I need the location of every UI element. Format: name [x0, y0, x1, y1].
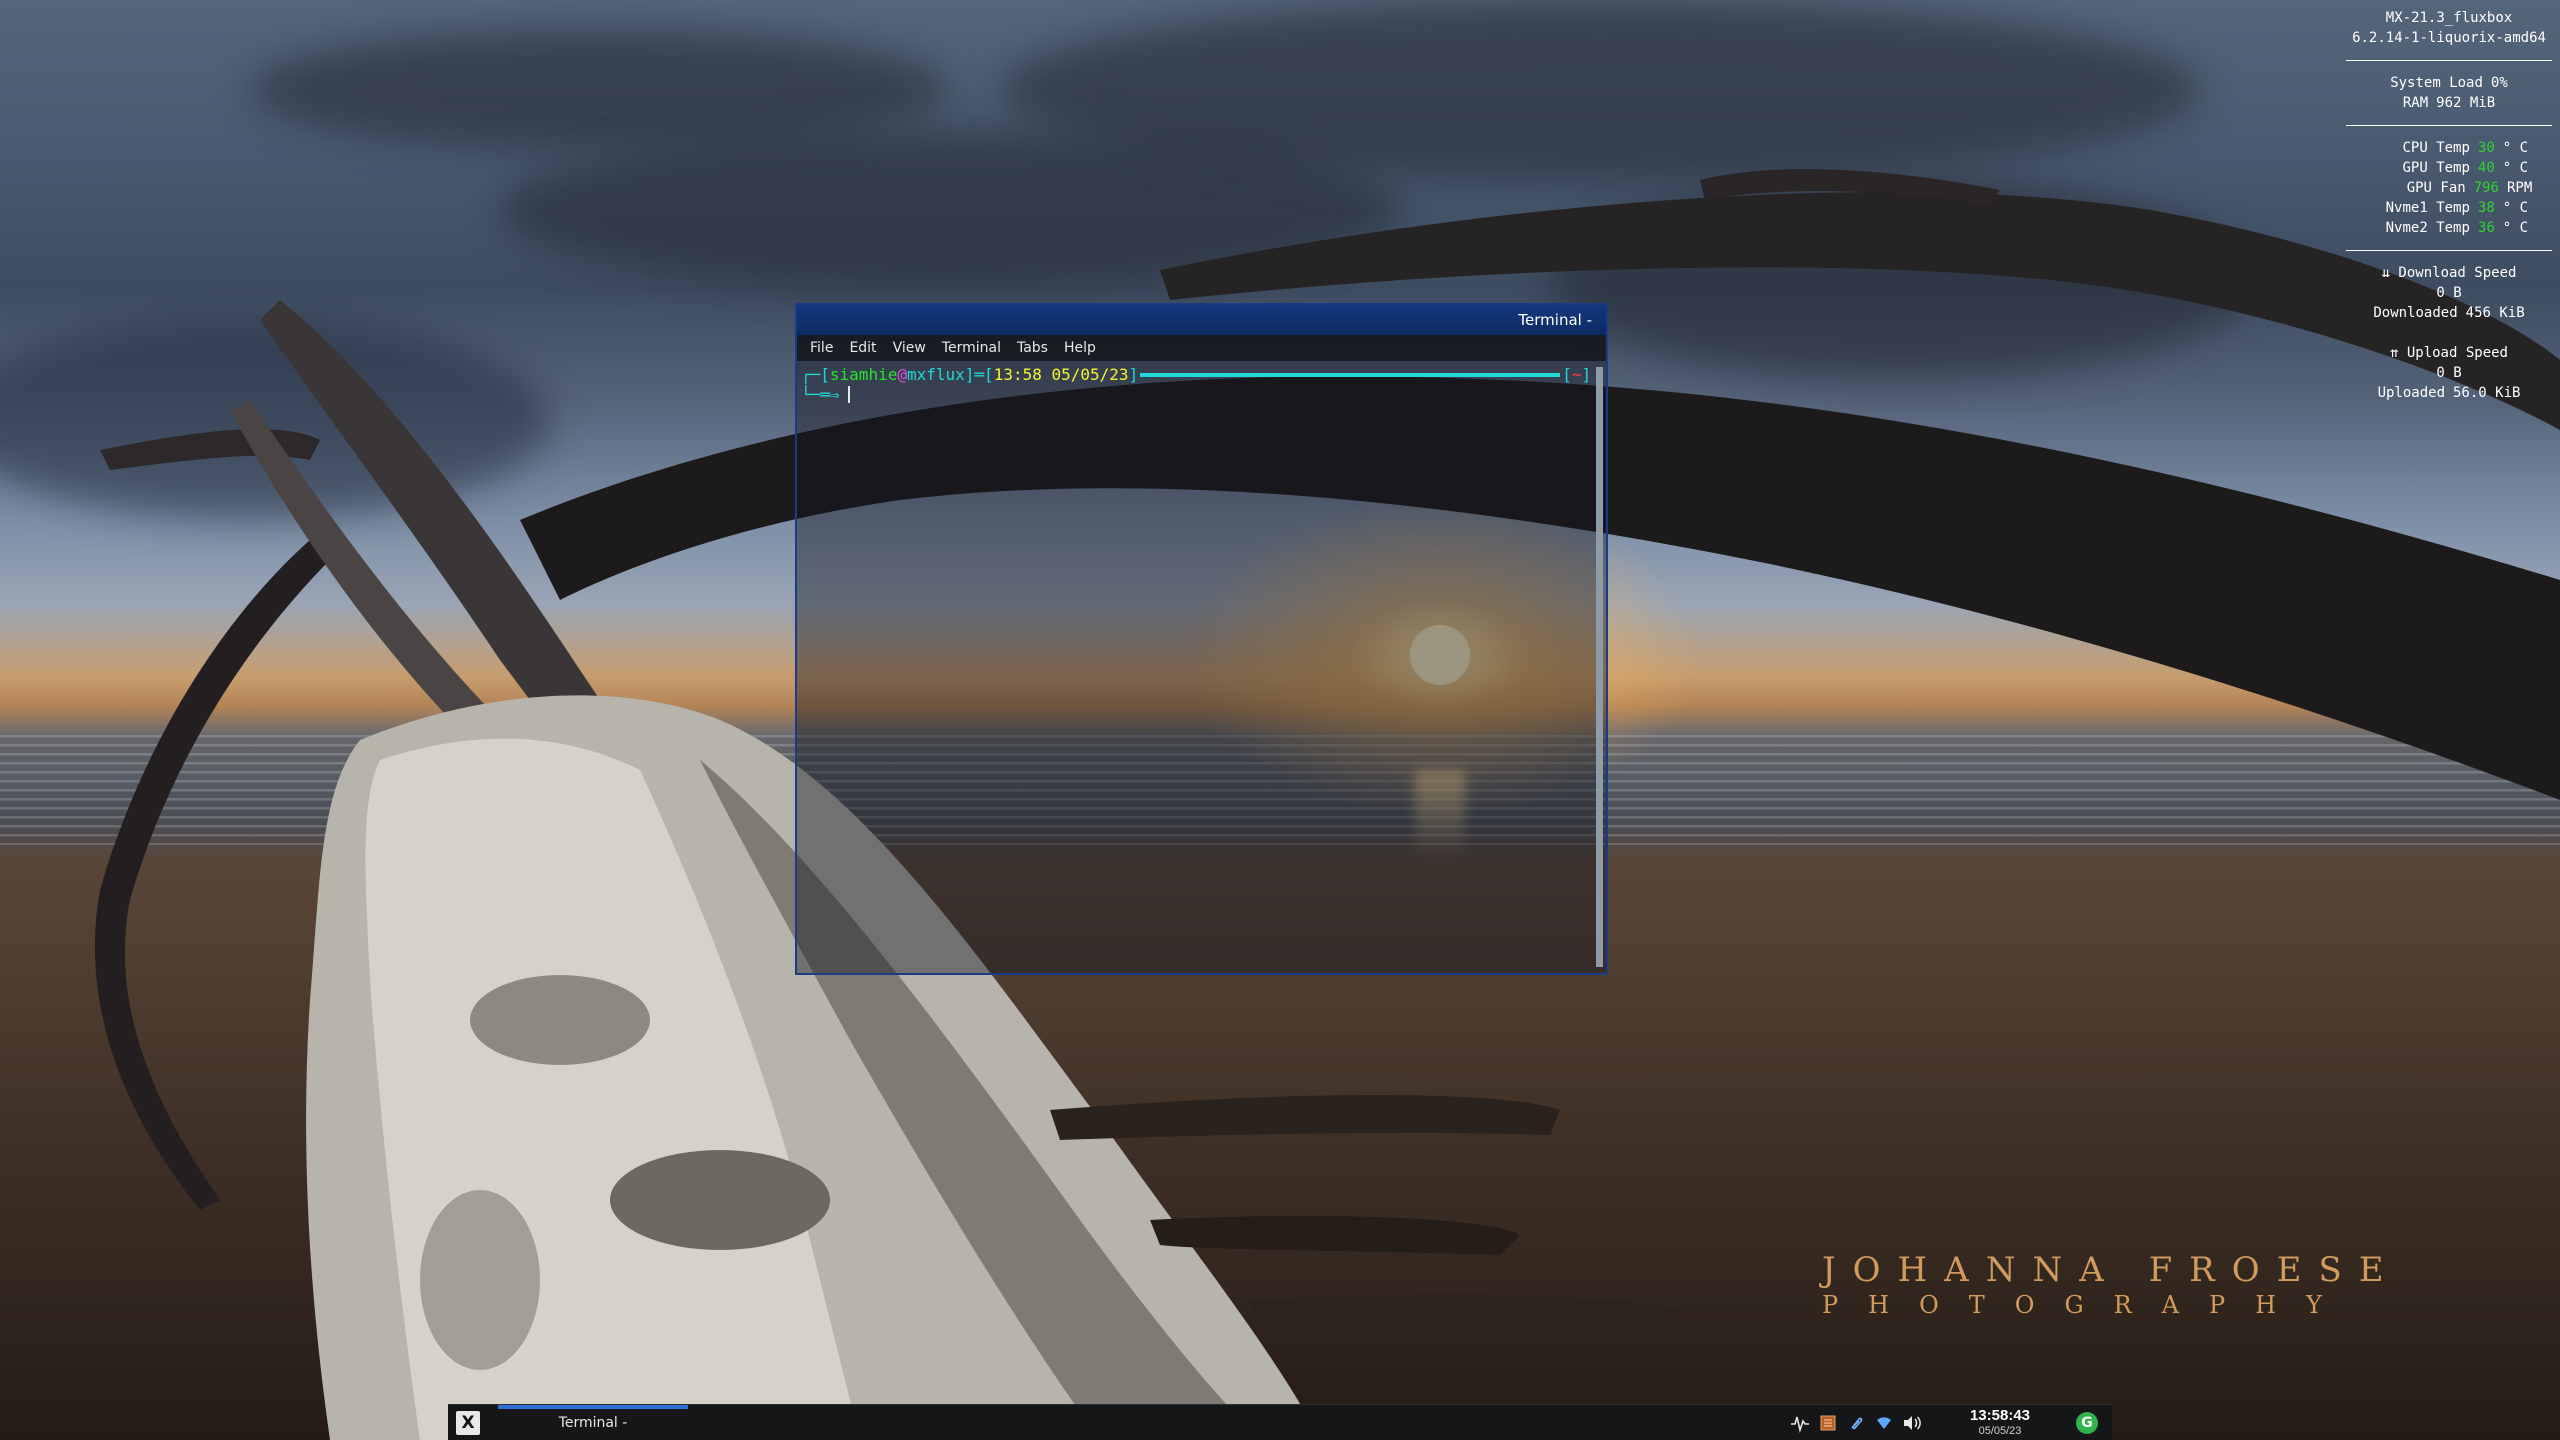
nvme2-temp-value: 36: [2477, 220, 2495, 236]
cpu-temp-label: CPU Temp: [2402, 140, 2470, 156]
system-load-row: System Load 0%: [2346, 73, 2552, 93]
nvme2-temp-unit: ° C: [2502, 220, 2529, 236]
terminal-window[interactable]: Terminal - File Edit View Terminal Tabs …: [795, 303, 1608, 975]
download-speed-value: 0 B: [2436, 285, 2462, 301]
uploaded-label: Uploaded: [2377, 385, 2445, 401]
terminal-title: Terminal -: [1518, 311, 1592, 329]
terminal-titlebar[interactable]: Terminal -: [797, 305, 1606, 335]
watermark-line2: PHOTOGRAPHY: [1822, 1291, 2352, 1319]
system-load-label: System Load: [2390, 75, 2483, 91]
taskbar-item-terminal[interactable]: Terminal -: [498, 1405, 688, 1440]
activity-monitor-icon[interactable]: [1790, 1413, 1810, 1433]
network-wifi-icon[interactable]: [1874, 1413, 1894, 1433]
update-notifier-icon[interactable]: G: [2076, 1412, 2098, 1434]
gpu-temp-unit: ° C: [2502, 160, 2529, 176]
gpu-temp-value: 40: [2477, 160, 2495, 176]
prompt-time: 13:58: [993, 365, 1042, 384]
nvme2-temp-row: Nvme2 Temp 36 ° C: [2346, 218, 2552, 238]
divider: [2346, 60, 2552, 61]
nvme1-temp-value: 38: [2477, 200, 2495, 216]
watermark-line1: JOHANNA FROESE: [1822, 1250, 2401, 1290]
upload-speed-value: 0 B: [2436, 365, 2462, 381]
divider: [2346, 125, 2552, 126]
taskbar: X Terminal - 13:58:43 05/05/23 G: [448, 1404, 2112, 1440]
gpu-fan-unit: RPM: [2507, 180, 2533, 196]
prompt-host: mxflux: [906, 365, 965, 384]
terminal-output[interactable]: ┌─[siamhie @ mxflux]═[13:58 05/05/23][~] └…: [797, 361, 1592, 973]
prompt-arrow-icon: └─═⇒: [801, 385, 840, 404]
nvme1-temp-unit: ° C: [2502, 200, 2529, 216]
uploaded-row: Uploaded 56.0 KiB: [2346, 383, 2552, 403]
system-tray: [1790, 1411, 1922, 1435]
paperclip-icon[interactable]: [1846, 1413, 1866, 1433]
gpu-fan-row: GPU Fan 796 RPM: [2346, 178, 2552, 198]
conky-system-monitor: MX-21.3_fluxbox 6.2.14-1-liquorix-amd64 …: [2346, 8, 2552, 403]
gpu-fan-label: GPU Fan: [2406, 180, 2466, 196]
text-cursor: [847, 386, 850, 403]
cpu-temp-value: 30: [2477, 140, 2495, 156]
clock-time: 13:58:43: [1969, 1407, 2031, 1424]
active-task-indicator: [498, 1405, 688, 1409]
menu-file[interactable]: File: [803, 338, 840, 358]
downloaded-row: Downloaded 456 KiB: [2346, 303, 2552, 323]
cpu-temp-unit: ° C: [2502, 140, 2529, 156]
nvme1-temp-row: Nvme1 Temp 38 ° C: [2346, 198, 2552, 218]
menu-view[interactable]: View: [886, 338, 933, 358]
volume-icon[interactable]: [1902, 1413, 1922, 1433]
gpu-fan-value: 796: [2473, 180, 2499, 196]
mx-logo-icon: X: [461, 1413, 475, 1433]
clipboard-manager-icon[interactable]: [1818, 1413, 1838, 1433]
gpu-temp-label: GPU Temp: [2402, 160, 2470, 176]
upload-speed-label: ⇈ Upload Speed: [2389, 345, 2508, 361]
prompt-input-line: └─═⇒: [801, 385, 850, 404]
menu-terminal[interactable]: Terminal: [935, 338, 1008, 358]
prompt-date: 05/05/23: [1051, 365, 1129, 384]
prompt-dir: ~: [1571, 365, 1582, 384]
download-speed-label: ⇊ Download Speed: [2381, 265, 2517, 281]
menu-help[interactable]: Help: [1057, 338, 1103, 358]
taskbar-clock[interactable]: 13:58:43 05/05/23: [1940, 1407, 2060, 1438]
menu-tabs[interactable]: Tabs: [1010, 338, 1055, 358]
taskbar-item-label: Terminal -: [558, 1415, 628, 1431]
prompt-fill-line: [1140, 372, 1561, 377]
prompt-line: ┌─[siamhie @ mxflux]═[13:58 05/05/23][~]: [801, 365, 1592, 384]
terminal-menubar: File Edit View Terminal Tabs Help: [797, 335, 1606, 361]
photographer-watermark: JOHANNA FROESE PHOTOGRAPHY: [1822, 1250, 2401, 1320]
clock-date: 05/05/23: [1978, 1425, 2022, 1437]
gpu-temp-row: GPU Temp 40 ° C: [2346, 158, 2552, 178]
divider: [2346, 250, 2552, 251]
kernel-version: 6.2.14-1-liquorix-amd64: [2352, 30, 2546, 46]
nvme1-temp-label: Nvme1 Temp: [2385, 200, 2470, 216]
prompt-at: @: [897, 365, 907, 384]
system-load-value: 0%: [2490, 75, 2508, 91]
nvme2-temp-label: Nvme2 Temp: [2385, 220, 2470, 236]
ram-label: RAM: [2402, 95, 2429, 111]
ram-value: 962 MiB: [2436, 95, 2496, 111]
downloaded-label: Downloaded: [2373, 305, 2458, 321]
start-menu-button[interactable]: X: [456, 1411, 480, 1435]
hostname: MX-21.3_fluxbox: [2385, 10, 2513, 26]
cpu-temp-row: CPU Temp 30 ° C: [2346, 138, 2552, 158]
prompt-user: siamhie: [829, 365, 898, 384]
ram-row: RAM 962 MiB: [2346, 93, 2552, 113]
uploaded-value: 56.0 KiB: [2453, 385, 2521, 401]
terminal-scrollbar[interactable]: [1596, 367, 1603, 967]
downloaded-value: 456 KiB: [2465, 305, 2525, 321]
desktop-wallpaper: MX-21.3_fluxbox 6.2.14-1-liquorix-amd64 …: [0, 0, 2560, 1440]
menu-edit[interactable]: Edit: [842, 338, 883, 358]
